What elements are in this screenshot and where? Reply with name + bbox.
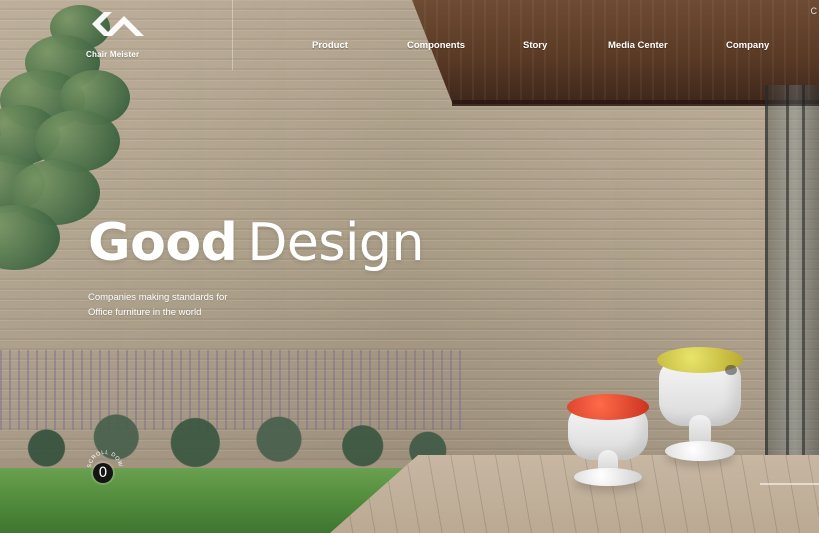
nav-product[interactable]: Product bbox=[312, 40, 348, 51]
stool-red bbox=[565, 392, 651, 492]
hero-title-strong: Good bbox=[88, 213, 238, 273]
stool-seat bbox=[567, 394, 649, 420]
stool-base bbox=[574, 468, 642, 486]
scroll-down-indicator[interactable]: SCROLL DOWN 0 bbox=[84, 450, 126, 492]
glass-wall bbox=[765, 85, 819, 460]
hero-title: Good Design bbox=[88, 212, 424, 274]
nav-media-center[interactable]: Media Center bbox=[608, 40, 668, 51]
window-mullion bbox=[802, 85, 805, 460]
hero-subtitle-line-2: Office furniture in the world bbox=[88, 307, 202, 318]
hero-subtitle: Companies making standards for Office fu… bbox=[88, 290, 308, 320]
roof-edge bbox=[452, 100, 819, 106]
stool-handle bbox=[725, 365, 737, 375]
chair-meister-logo-icon bbox=[92, 12, 144, 36]
hero-subtitle-line-1: Companies making standards for bbox=[88, 292, 228, 303]
top-right-label: C bbox=[810, 6, 818, 16]
bushes bbox=[0, 360, 465, 470]
stool-yellow bbox=[655, 345, 745, 470]
brand-logo[interactable]: Chair Meister bbox=[86, 10, 156, 62]
scroll-down-count: 0 bbox=[98, 465, 108, 481]
brand-name: Chair Meister bbox=[86, 50, 140, 59]
hero-title-light: Design bbox=[247, 213, 424, 273]
stool-base bbox=[665, 441, 735, 461]
nav-components[interactable]: Components bbox=[407, 40, 465, 51]
deck-highlight bbox=[760, 483, 819, 485]
nav-story[interactable]: Story bbox=[523, 40, 547, 51]
main-nav: Product Components Story Media Center Co… bbox=[302, 40, 802, 58]
nav-company[interactable]: Company bbox=[726, 40, 769, 51]
window-mullion bbox=[786, 85, 789, 460]
header-divider bbox=[232, 0, 233, 70]
